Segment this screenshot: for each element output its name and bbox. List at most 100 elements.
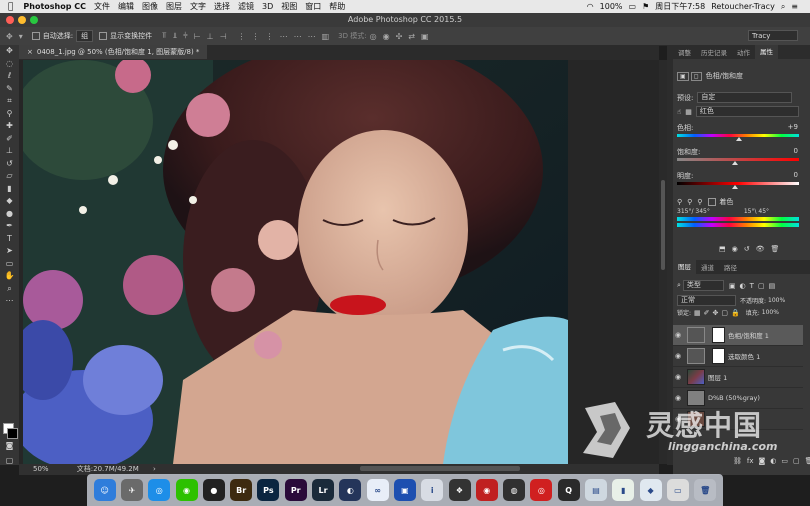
move-tool-icon[interactable]: ✥ [6, 45, 13, 58]
3d-roll-icon[interactable]: ◉ [383, 32, 390, 41]
eyedropper-minus-icon[interactable]: ⚲ [697, 198, 702, 206]
tab-properties[interactable]: 属性 [755, 45, 778, 59]
document-tab[interactable]: × 0408_1.jpg @ 50% (色相/饱和度 1, 图层蒙版/8) * [19, 45, 208, 59]
auto-select-checkbox[interactable] [31, 32, 40, 40]
visibility-icon[interactable]: 👁 [756, 245, 765, 253]
menu-file[interactable]: 文件 [94, 1, 110, 12]
layer-mask-thumbnail[interactable] [712, 348, 725, 364]
targeted-adjust-icon[interactable]: ☝ [677, 108, 681, 116]
saturation-slider[interactable] [677, 158, 799, 161]
dock-premiere-icon[interactable]: Pr [284, 479, 307, 501]
wifi-icon[interactable]: ◠ [587, 2, 594, 11]
tab-actions[interactable]: 动作 [732, 47, 755, 57]
filter-pixel-icon[interactable]: ▣ [729, 282, 736, 290]
menu-type[interactable]: 文字 [190, 1, 206, 12]
align-top-icon[interactable]: ⫪ [162, 31, 167, 41]
saturation-value[interactable]: 0 [794, 147, 798, 155]
dock-info-icon[interactable]: i [421, 479, 444, 501]
lightness-slider[interactable] [677, 182, 799, 185]
blur-tool-icon[interactable]: ◆ [6, 195, 12, 208]
tab-layers[interactable]: 图层 [673, 260, 696, 274]
dock-terminal-icon[interactable]: ▭ [666, 479, 689, 501]
visibility-eye-icon[interactable]: ◉ [673, 373, 683, 381]
lightness-slider-thumb[interactable] [732, 185, 738, 189]
menu-3d[interactable]: 3D [262, 2, 273, 11]
distribute-icon[interactable]: ⋮ [238, 32, 246, 41]
menu-view[interactable]: 视图 [281, 1, 297, 12]
user-menu[interactable]: Retoucher-Tracy [711, 2, 775, 11]
layer-mask-thumbnail[interactable] [712, 327, 725, 343]
chevron-right-icon[interactable]: › [153, 465, 156, 473]
tab-adjustments[interactable]: 调整 [673, 47, 696, 57]
visibility-eye-icon[interactable]: ◉ [673, 352, 683, 360]
dock-obs-icon[interactable]: ◍ [503, 479, 526, 501]
colorize-checkbox[interactable] [708, 198, 717, 206]
layer-name[interactable]: 色相/饱和度 1 [728, 330, 769, 340]
hue-range-bar-bottom[interactable] [677, 223, 799, 227]
zoom-level[interactable]: 50% [33, 465, 49, 473]
dock-netease-icon[interactable]: ◎ [530, 479, 553, 501]
menu-select[interactable]: 选择 [214, 1, 230, 12]
hand-tool-icon[interactable]: ✋ [5, 270, 15, 283]
hue-range-bar-top[interactable] [677, 217, 799, 221]
menu-filter[interactable]: 滤镜 [238, 1, 254, 12]
dock-finder-icon[interactable]: ☺ [93, 479, 116, 501]
healing-brush-tool-icon[interactable]: ✚ [6, 120, 13, 133]
auto-align-icon[interactable]: ▥ [322, 32, 330, 41]
filter-shape-icon[interactable]: ▢ [758, 282, 765, 290]
filter-smart-icon[interactable]: ▤ [769, 282, 776, 290]
pen-tool-icon[interactable]: ✒ [6, 220, 13, 233]
dock-cinema4d-icon[interactable]: ◐ [339, 479, 362, 501]
gradient-tool-icon[interactable]: ▮ [7, 183, 11, 196]
canvas-image[interactable] [23, 60, 568, 464]
dock-stats-icon[interactable]: ▮ [612, 479, 635, 501]
eyedropper-tool-icon[interactable]: ⚲ [7, 108, 13, 121]
hue-value[interactable]: +9 [788, 123, 798, 131]
close-window-button[interactable] [6, 16, 14, 24]
dock-quicktime-icon[interactable]: Q [557, 479, 580, 501]
tab-paths[interactable]: 路径 [719, 262, 742, 272]
layer-thumbnail[interactable] [687, 369, 705, 385]
3d-orbit-icon[interactable]: ◎ [370, 32, 377, 41]
horizontal-scrollbar[interactable] [360, 466, 520, 471]
tab-channels[interactable]: 通道 [696, 262, 719, 272]
workspace-dropdown[interactable]: Tracy [748, 30, 798, 41]
close-icon[interactable]: × [27, 48, 37, 56]
layer-filter-dropdown[interactable]: 类型 [682, 280, 724, 291]
eyedropper-icon[interactable]: ⚲ [677, 198, 682, 206]
quick-select-tool-icon[interactable]: ✎ [6, 83, 13, 96]
dock-qq-icon[interactable]: ● [202, 479, 225, 501]
tab-history[interactable]: 历史记录 [696, 47, 732, 57]
marquee-tool-icon[interactable]: ◌ [6, 58, 13, 71]
align-right-icon[interactable]: ⊣ [220, 32, 227, 41]
canvas-area[interactable] [19, 60, 659, 464]
flag-icon[interactable]: ⚑ [642, 2, 649, 11]
eyedropper-plus-icon[interactable]: ⚲ [687, 198, 692, 206]
delete-icon[interactable]: 🗑 [771, 245, 780, 253]
align-middle-icon[interactable]: ⫫ [173, 31, 178, 41]
type-tool-icon[interactable]: T [7, 233, 12, 246]
path-select-tool-icon[interactable]: ➤ [6, 245, 13, 258]
dock-launchpad-icon[interactable]: ✈ [120, 479, 143, 501]
distribute-icon[interactable]: ⋮ [266, 32, 274, 41]
clock[interactable]: 周日下午7:58 [655, 1, 705, 12]
more-tools-icon[interactable]: ⋯ [6, 295, 14, 308]
dock-safari-icon[interactable]: ◎ [148, 479, 171, 501]
delete-layer-icon[interactable]: 🗑 [805, 457, 810, 465]
3d-pan-icon[interactable]: ✣ [396, 32, 403, 41]
auto-select-dropdown[interactable]: 组 [76, 30, 94, 42]
3d-slide-icon[interactable]: ⇄ [408, 32, 415, 41]
app-menu[interactable]: Photoshop CC [23, 2, 86, 11]
distribute-icon[interactable]: ⋯ [308, 32, 316, 41]
opacity-value[interactable]: 100% [768, 297, 785, 304]
dodge-tool-icon[interactable]: ● [6, 208, 13, 221]
minimize-window-button[interactable] [18, 16, 26, 24]
lightness-value[interactable]: 0 [794, 171, 798, 179]
dock-davinci-icon[interactable]: ❖ [448, 479, 471, 501]
scroll-thumb[interactable] [661, 180, 665, 270]
shape-tool-icon[interactable]: ▭ [6, 258, 14, 271]
channel-dropdown[interactable]: 红色 [695, 106, 799, 117]
preset-dropdown[interactable]: 自定 [697, 92, 793, 103]
dock-baidu-icon[interactable]: ∞ [366, 479, 389, 501]
lock-transparent-icon[interactable]: ▦ [694, 309, 701, 317]
